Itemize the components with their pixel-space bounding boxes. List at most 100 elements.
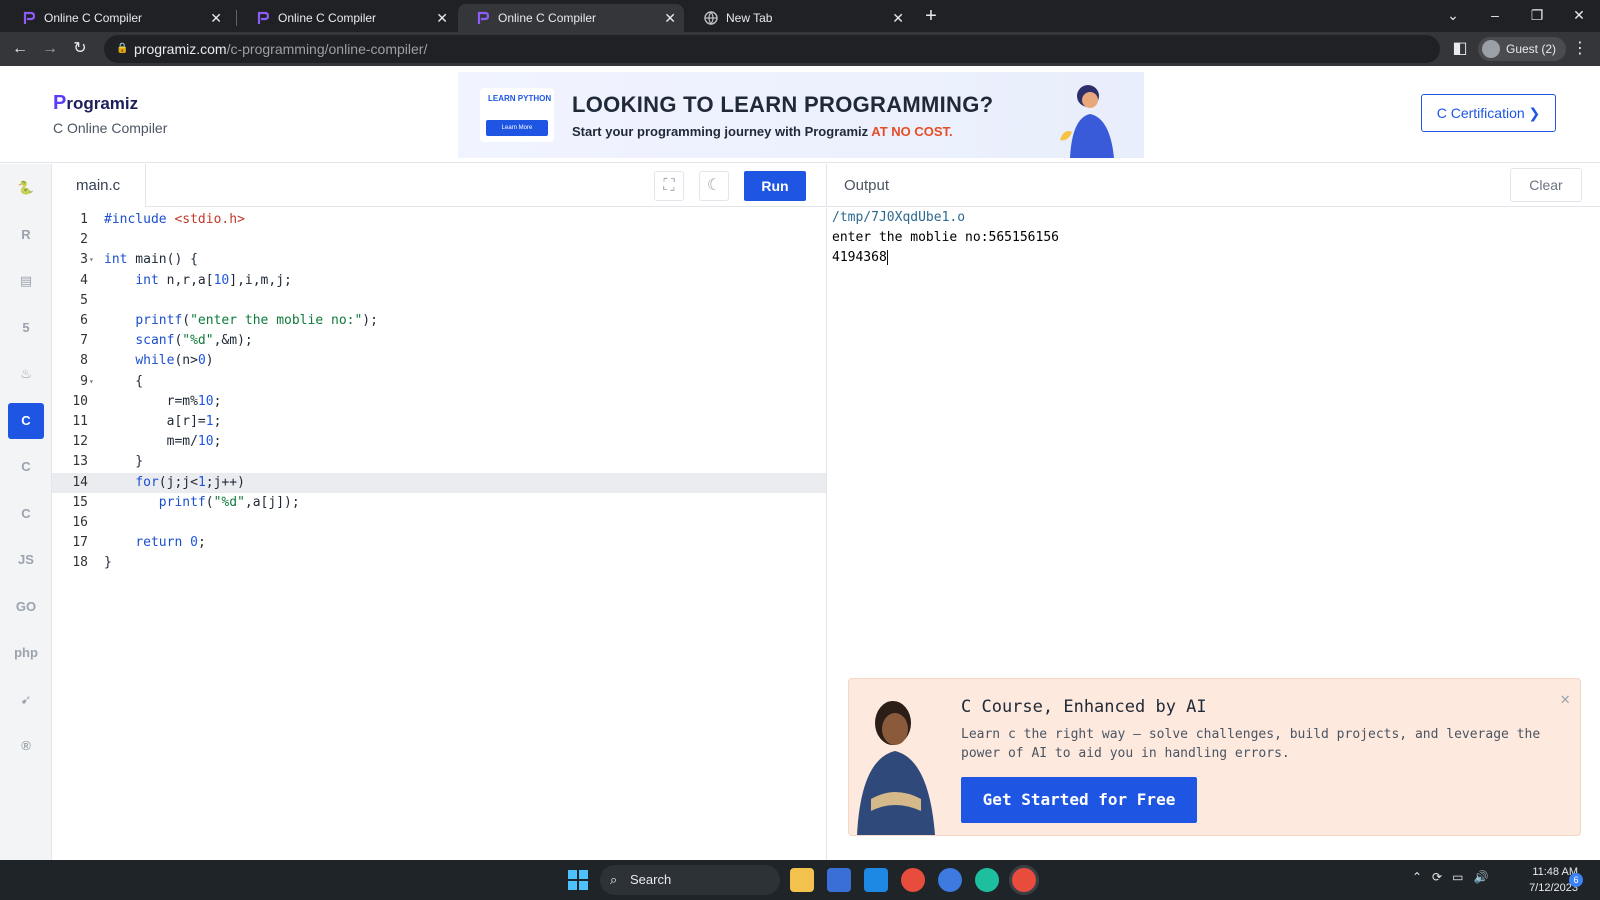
notification-badge[interactable]: 6 (1569, 873, 1583, 887)
microsoft-store-icon[interactable] (827, 868, 851, 892)
file-explorer-icon[interactable] (790, 868, 814, 892)
fold-arrow-icon[interactable]: ▾ (89, 250, 94, 270)
fullscreen-icon[interactable]: ⛶ (654, 171, 684, 201)
line-number: 12 (72, 434, 88, 450)
output-title: Output (844, 177, 890, 194)
file-tab-main-c[interactable]: main.c (52, 164, 146, 207)
swift-icon[interactable]: ➹ (8, 682, 44, 718)
clock-date: 7/12/2023 (1529, 882, 1578, 894)
side-panel-icon[interactable]: ◧ (1450, 39, 1470, 59)
rust-icon[interactable]: ® (8, 728, 44, 764)
line-number: 10 (72, 393, 88, 409)
code-line[interactable]: 17 return 0; (52, 533, 826, 553)
profile-button[interactable]: Guest (2) (1478, 37, 1567, 61)
fold-arrow-icon[interactable]: ▾ (89, 372, 94, 392)
tab-search-chevron-icon[interactable]: ⌄ (1432, 0, 1474, 30)
html-icon[interactable]: 5 (8, 310, 44, 346)
code-line[interactable]: 5 (52, 291, 826, 311)
output-console[interactable]: /tmp/7J0XqdUbe1.o enter the moblie no:56… (826, 208, 1600, 860)
r-icon[interactable]: R (8, 217, 44, 253)
system-tray[interactable]: ⌃ ⟳ ▭ 🔊 (1412, 870, 1488, 884)
reload-icon[interactable]: ↻ (70, 39, 90, 59)
code-text: return 0; (135, 535, 206, 551)
php-icon[interactable]: php (8, 635, 44, 671)
close-tab-icon[interactable]: ✕ (664, 10, 676, 27)
code-line[interactable]: 11 a[r]=1; (52, 412, 826, 432)
code-line[interactable]: 3 ▾ int main() { (52, 250, 826, 270)
python-icon[interactable]: 🐍 (8, 170, 44, 206)
close-tab-icon[interactable]: ✕ (436, 10, 448, 27)
search-icon: ⌕ (610, 872, 618, 887)
code-line[interactable]: 1 #include <stdio.h> (52, 210, 826, 230)
programiz-favicon-icon (22, 11, 36, 25)
sql-icon[interactable]: ▤ (8, 263, 44, 299)
browser-tab-1[interactable]: Online C Compiler ✕ (4, 4, 230, 32)
code-editor[interactable]: 1 #include <stdio.h> 2 3 ▾ int main() {4 int … (52, 208, 826, 860)
code-line[interactable]: 16 (52, 513, 826, 533)
code-line[interactable]: 12 m=m/10; (52, 432, 826, 452)
code-line[interactable]: 6 printf("enter the moblie no:"); (52, 311, 826, 331)
address-bar[interactable]: 🔒 programiz.com/c-programming/online-com… (104, 35, 1440, 63)
browser-tab-4[interactable]: New Tab ✕ (686, 4, 912, 32)
mail-icon[interactable] (864, 868, 888, 892)
close-promo-icon[interactable]: ✕ (1560, 689, 1570, 708)
code-line[interactable]: 15 printf("%d",a[j]); (52, 493, 826, 513)
line-number: 15 (72, 494, 88, 510)
learn-more-button[interactable]: Learn More (486, 120, 548, 136)
promo-title: C Course, Enhanced by AI (961, 697, 1207, 717)
taskbar-clock[interactable]: 11:48 AM 7/12/2023 (1508, 864, 1578, 896)
programiz-logo[interactable]: Programiz (53, 92, 138, 115)
page-subtitle: C Online Compiler (53, 120, 168, 136)
csharp-icon[interactable]: C (8, 496, 44, 532)
go-icon[interactable]: GO (8, 589, 44, 625)
code-line[interactable]: 18} (52, 553, 826, 573)
line-number: 8 (80, 353, 88, 369)
code-line[interactable]: 10 r=m%10; (52, 392, 826, 412)
close-tab-icon[interactable]: ✕ (210, 10, 222, 27)
code-text: int main() { (104, 252, 198, 268)
line-number: 6 (80, 313, 88, 328)
edge-icon[interactable] (975, 868, 999, 892)
c-icon[interactable]: C (8, 402, 44, 439)
tab-divider (236, 10, 237, 26)
close-tab-icon[interactable]: ✕ (892, 10, 904, 27)
clear-button[interactable]: Clear (1510, 168, 1582, 202)
browser-menu-icon[interactable]: ⋮ (1570, 39, 1590, 59)
taskbar-search[interactable]: ⌕ Search (600, 865, 780, 895)
tab-title: New Tab (726, 11, 773, 25)
code-line[interactable]: 8 while(n>0) (52, 351, 826, 371)
code-line[interactable]: 14 for(j;j<1;j++) (52, 472, 826, 493)
telegram-icon[interactable] (938, 868, 962, 892)
browser-tab-3-active[interactable]: Online C Compiler ✕ (458, 4, 684, 32)
minimize-icon[interactable]: – (1474, 0, 1516, 30)
ad-banner[interactable]: LEARN PYTHON Learn More LOOKING TO LEARN… (458, 72, 1144, 158)
chrome-active-icon[interactable] (1012, 868, 1036, 892)
line-number: 4 (80, 272, 88, 288)
page: Programiz C Online Compiler LEARN PYTHON… (0, 66, 1600, 860)
c-certification-button[interactable]: C Certification ❯ (1421, 94, 1556, 132)
restore-icon[interactable]: ❐ (1516, 0, 1558, 30)
windows-start-icon[interactable] (566, 868, 590, 892)
forward-arrow-icon[interactable]: → (40, 39, 60, 59)
code-line[interactable]: 4 int n,r,a[10],i,m,j; (52, 271, 826, 291)
profile-label: Guest (2) (1506, 42, 1557, 56)
code-line[interactable]: 2 (52, 230, 826, 250)
cpp-icon[interactable]: C (8, 449, 44, 485)
code-line[interactable]: 9 ▾ { (52, 372, 826, 392)
chrome-icon[interactable] (901, 868, 925, 892)
back-arrow-icon[interactable]: ← (10, 39, 30, 59)
run-button[interactable]: Run (744, 171, 806, 201)
js-icon[interactable]: JS (8, 542, 44, 578)
new-tab-plus-icon[interactable]: + (919, 4, 943, 28)
code-line[interactable]: 13 } (52, 452, 826, 472)
logo-p: P (53, 92, 67, 114)
browser-tab-2[interactable]: Online C Compiler ✕ (238, 4, 456, 32)
dark-mode-moon-icon[interactable]: ☾ (699, 171, 729, 201)
globe-icon (704, 11, 718, 26)
lock-icon: 🔒 (116, 43, 129, 54)
output-line-text: 4194368 (832, 250, 887, 265)
code-line[interactable]: 7 scanf("%d",&m); (52, 331, 826, 351)
close-window-icon[interactable]: ✕ (1558, 0, 1600, 30)
java-icon[interactable]: ♨ (8, 356, 44, 392)
get-started-button[interactable]: Get Started for Free (961, 777, 1197, 823)
